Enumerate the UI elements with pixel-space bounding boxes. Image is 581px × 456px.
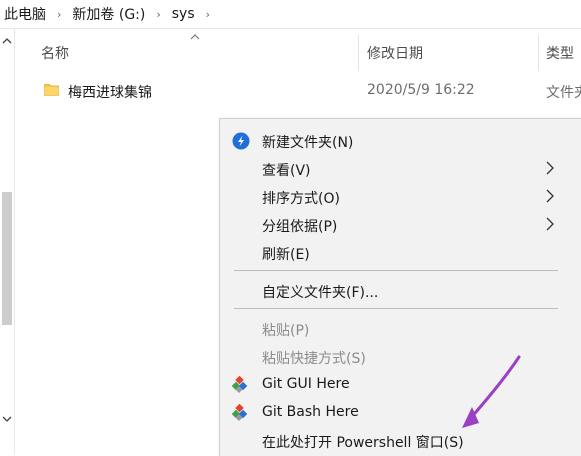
menu-item-git-bash-here[interactable]: Git Bash Here xyxy=(220,399,581,427)
menu-separator xyxy=(234,270,558,271)
scrollbar-thumb[interactable] xyxy=(2,192,12,325)
submenu-chevron-icon xyxy=(546,161,554,175)
file-date-modified: 2020/5/9 16:22 xyxy=(367,82,475,98)
column-divider[interactable] xyxy=(538,35,539,71)
column-header-row: 名称 修改日期 类型 xyxy=(15,29,581,73)
folder-icon xyxy=(44,84,59,96)
git-icon xyxy=(232,376,248,394)
menu-item-label: Git Bash Here xyxy=(262,404,359,420)
git-icon xyxy=(232,404,248,422)
menu-item-sort-by[interactable]: 排序方式(O) xyxy=(220,183,581,211)
menu-item-refresh[interactable]: 刷新(E) xyxy=(220,239,581,267)
menu-item-label: 分组依据(P) xyxy=(262,219,338,235)
menu-item-label: 在此处打开 Powershell 窗口(S) xyxy=(262,435,464,451)
column-divider[interactable] xyxy=(358,35,359,71)
menu-item-label: 自定义文件夹(F)... xyxy=(262,285,379,301)
file-list-row[interactable]: 梅西进球集锦 2020/5/9 16:22 文件夹 xyxy=(15,78,581,104)
menu-item-label: Git GUI Here xyxy=(262,376,350,392)
new-folder-icon xyxy=(232,132,250,150)
menu-item-new-folder[interactable]: 新建文件夹(N) xyxy=(220,127,581,155)
breadcrumb-sys[interactable]: sys xyxy=(170,6,197,22)
breadcrumb-separator-icon[interactable]: › xyxy=(48,8,70,21)
column-header-name[interactable]: 名称 xyxy=(41,43,69,63)
sort-ascending-icon xyxy=(190,32,200,43)
menu-item-paste-shortcut[interactable]: 粘贴快捷方式(S) xyxy=(220,343,581,371)
menu-separator xyxy=(234,308,558,309)
menu-item-label: 刷新(E) xyxy=(262,247,310,263)
navigation-pane-scrollbar[interactable] xyxy=(0,29,15,455)
menu-item-group-by[interactable]: 分组依据(P) xyxy=(220,211,581,239)
file-name[interactable]: 梅西进球集锦 xyxy=(68,82,152,102)
submenu-chevron-icon xyxy=(546,189,554,203)
menu-item-label: 粘贴(P) xyxy=(262,323,310,339)
menu-item-customize-folder[interactable]: 自定义文件夹(F)... xyxy=(220,277,581,305)
scroll-up-icon[interactable] xyxy=(1,37,13,48)
breadcrumb-separator-icon[interactable]: › xyxy=(197,8,219,21)
menu-item-git-gui-here[interactable]: Git GUI Here xyxy=(220,371,581,399)
menu-item-label: 粘贴快捷方式(S) xyxy=(262,351,366,367)
menu-item-label: 查看(V) xyxy=(262,163,311,179)
breadcrumb-drive-g[interactable]: 新加卷 (G:) xyxy=(70,4,147,24)
breadcrumb-this-pc[interactable]: 此电脑 xyxy=(2,4,48,24)
menu-item-paste[interactable]: 粘贴(P) xyxy=(220,315,581,343)
address-breadcrumb: 此电脑 › 新加卷 (G:) › sys › xyxy=(0,0,581,29)
context-menu: 新建文件夹(N) 查看(V) 排序方式(O) 分组依据(P) 刷新(E) 自定义… xyxy=(219,118,581,456)
column-header-date-modified[interactable]: 修改日期 xyxy=(367,43,423,63)
file-type: 文件夹 xyxy=(546,85,581,101)
breadcrumb-separator-icon[interactable]: › xyxy=(147,8,169,21)
scroll-down-icon[interactable] xyxy=(1,415,13,426)
menu-item-view[interactable]: 查看(V) xyxy=(220,155,581,183)
menu-item-label: 排序方式(O) xyxy=(262,191,340,207)
menu-item-open-powershell[interactable]: 在此处打开 Powershell 窗口(S) xyxy=(220,427,581,455)
menu-item-label: 新建文件夹(N) xyxy=(262,135,354,151)
submenu-chevron-icon xyxy=(546,217,554,231)
column-header-type[interactable]: 类型 xyxy=(546,43,574,63)
